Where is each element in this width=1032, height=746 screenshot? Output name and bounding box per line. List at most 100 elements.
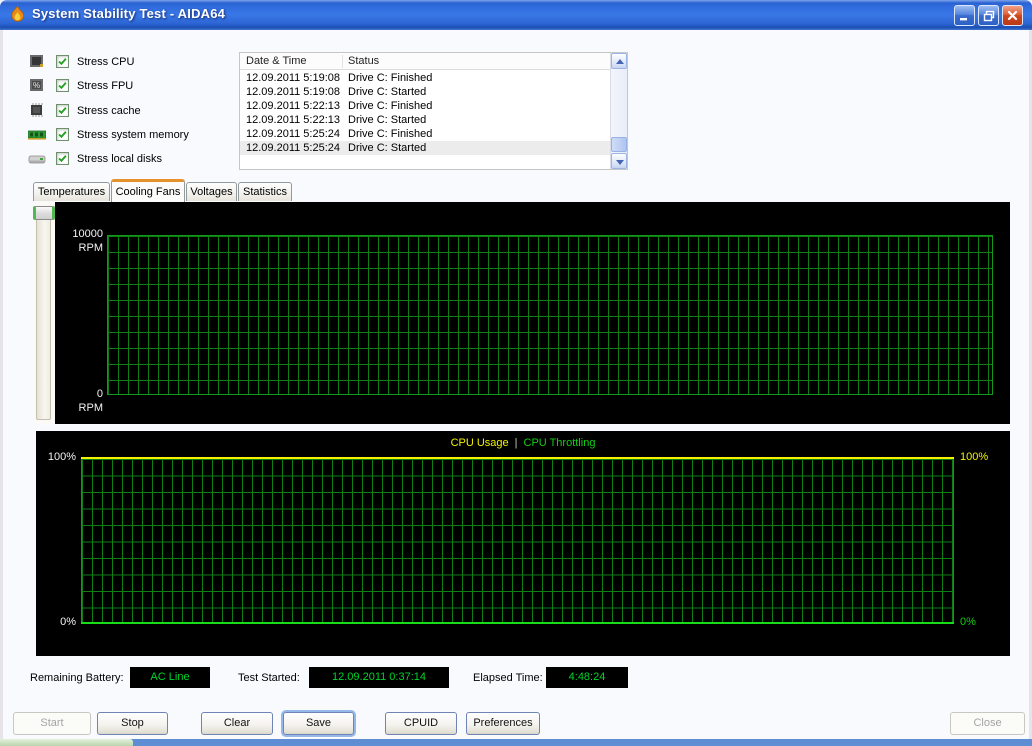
window-title: System Stability Test - AIDA64 [32,6,226,21]
restore-button[interactable] [978,5,999,26]
log-cell-status: Drive C: Started [348,142,427,154]
fpu-icon: % [28,78,46,93]
stress-option-cpu[interactable]: Stress CPU [28,53,134,70]
cpu-chart: CPU Usage | CPU Throttling 100% 0% 100% 0% [36,431,1010,656]
log-row[interactable]: 12.09.2011 5:22:13 Drive C: Finished [240,99,610,113]
log-cell-datetime: 12.09.2011 5:22:13 [246,100,340,112]
stop-button[interactable]: Stop [97,712,168,735]
log-cell-status: Drive C: Finished [348,72,433,84]
scroll-down-button[interactable] [611,153,627,169]
elapsed-time-value: 4:48:24 [546,667,628,688]
stress-disks-label[interactable]: Stress local disks [75,153,162,165]
status-log-list: Date & Time Status 12.09.2011 5:19:08 Dr… [239,52,628,170]
log-row[interactable]: 12.09.2011 5:19:08 Drive C: Started [240,85,610,99]
tab-label: Voltages [190,186,233,198]
window-body: Stress CPU % Stress FPU Stress cache Str… [0,30,1032,739]
slider-thumb[interactable] [33,206,55,220]
elapsed-time-label: Elapsed Time: [473,672,543,684]
aida64-flame-icon [11,5,24,22]
disk-icon [28,151,46,166]
battery-label: Remaining Battery: [30,672,124,684]
log-row[interactable]: 12.09.2011 5:19:08 Drive C: Finished [240,71,610,85]
close-button: Close [950,712,1025,735]
log-cell-datetime: 12.09.2011 5:25:24 [246,142,340,154]
cpu-left-bottom-label: 0% [60,616,76,628]
clear-button[interactable]: Clear [201,712,273,735]
cpu-chart-grid [81,457,954,624]
cpu-chart-legend: CPU Usage | CPU Throttling [36,437,1010,449]
stress-disks-checkbox[interactable] [56,152,69,165]
log-column-datetime[interactable]: Date & Time [246,55,307,67]
legend-cpu-throttling: CPU Throttling [523,437,596,449]
scrollbar-thumb[interactable] [611,137,627,152]
test-started-label: Test Started: [238,672,300,684]
legend-separator: | [514,437,518,449]
save-button[interactable]: Save [283,712,354,735]
log-cell-datetime: 12.09.2011 5:22:13 [246,114,340,126]
test-started-value: 12.09.2011 0:37:14 [309,667,449,688]
cpu-right-top-label: 100% [960,451,989,463]
cpu-icon [28,54,46,69]
cpuid-button[interactable]: CPUID [385,712,457,735]
scroll-up-button[interactable] [611,53,627,69]
stress-cache-label[interactable]: Stress cache [75,105,141,117]
tab-temperatures[interactable]: Temperatures [33,182,110,201]
taskbar-start-segment [0,739,133,746]
cpu-left-top-label: 100% [47,451,76,463]
stress-option-cache[interactable]: Stress cache [28,102,141,119]
close-window-button[interactable] [1002,5,1023,26]
log-cell-status: Drive C: Finished [348,100,433,112]
log-row[interactable]: 12.09.2011 5:25:24 Drive C: Finished [240,127,610,141]
titlebar: System Stability Test - AIDA64 [0,0,1032,30]
legend-cpu-usage: CPU Usage [450,437,509,449]
stress-memory-label[interactable]: Stress system memory [75,129,189,141]
fan-chart-grid [107,235,993,395]
log-cell-status: Drive C: Started [348,114,427,126]
stress-option-disks[interactable]: Stress local disks [28,150,162,167]
svg-text:%: % [33,81,40,90]
tab-cooling-fans[interactable]: Cooling Fans [111,179,185,202]
stress-cpu-checkbox[interactable] [56,55,69,68]
tab-statistics[interactable]: Statistics [238,182,292,201]
fan-ymin-label: 0 [96,388,103,400]
log-header: Date & Time Status [240,53,610,70]
chart-scale-slider[interactable] [33,202,55,424]
log-scrollbar[interactable] [610,53,627,169]
tab-label: Cooling Fans [115,186,181,198]
stress-cache-checkbox[interactable] [56,104,69,117]
cpu-usage-line [81,457,954,459]
slider-track[interactable] [36,206,51,420]
tab-label: Statistics [242,186,287,198]
cpu-throttling-line [81,622,954,624]
fan-chart: 10000 RPM 0 RPM [55,202,1010,424]
log-cell-datetime: 12.09.2011 5:19:08 [246,86,340,98]
stress-option-fpu[interactable]: % Stress FPU [28,77,133,94]
log-row-selected[interactable]: 12.09.2011 5:25:24 Drive C: Started [240,141,610,155]
minimize-button[interactable] [954,5,975,26]
log-cell-datetime: 12.09.2011 5:25:24 [246,128,340,140]
cache-icon [28,103,46,118]
taskbar-strip [0,739,1032,746]
stress-fpu-label[interactable]: Stress FPU [75,80,133,92]
log-cell-datetime: 12.09.2011 5:19:08 [246,72,340,84]
tab-label: Temperatures [37,186,106,198]
fan-yunit-label: RPM [78,242,103,254]
log-cell-status: Drive C: Started [348,86,427,98]
column-divider [342,55,343,68]
preferences-button[interactable]: Preferences [466,712,540,735]
log-cell-status: Drive C: Finished [348,128,433,140]
battery-value: AC Line [130,667,210,688]
fan-yunit-label: RPM [78,402,103,414]
stress-fpu-checkbox[interactable] [56,79,69,92]
log-row[interactable]: 12.09.2011 5:22:13 Drive C: Started [240,113,610,127]
app-window: System Stability Test - AIDA64 Stress CP… [0,0,1032,746]
stress-cpu-label[interactable]: Stress CPU [75,56,134,68]
tab-voltages[interactable]: Voltages [186,182,237,201]
cpu-right-bottom-label: 0% [960,616,976,628]
fan-ymax-label: 10000 [72,228,103,240]
log-column-status[interactable]: Status [348,55,379,67]
start-button: Start [13,712,91,735]
memory-icon [27,127,47,142]
stress-option-memory[interactable]: Stress system memory [27,126,189,143]
stress-memory-checkbox[interactable] [56,128,69,141]
